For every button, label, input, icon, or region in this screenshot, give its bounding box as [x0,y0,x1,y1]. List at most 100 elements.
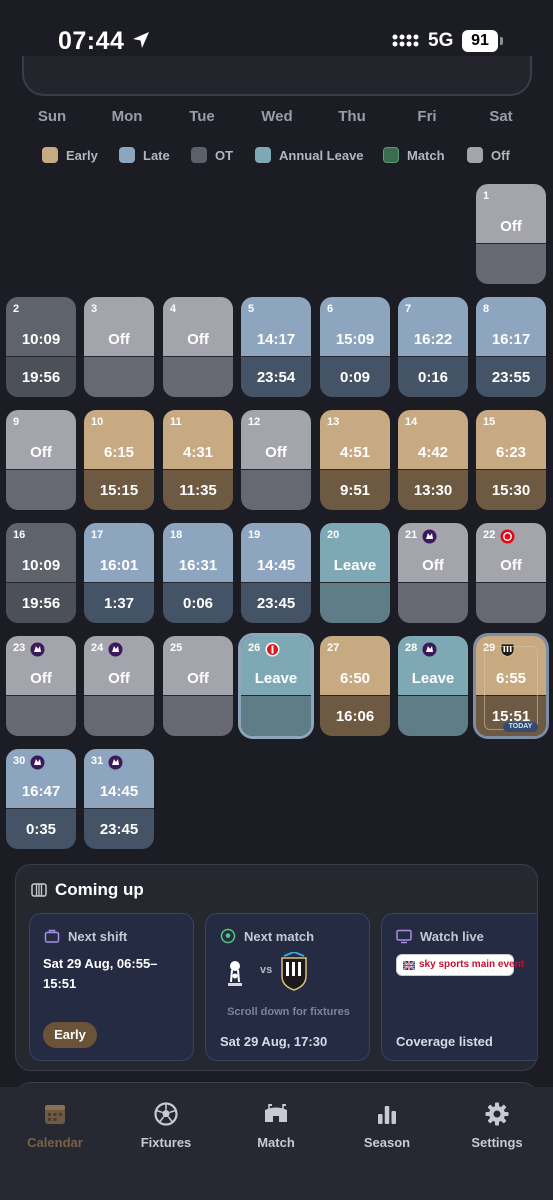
shift-start: 16:31 [178,557,218,574]
day-divider [6,695,76,696]
calendar-day-10[interactable]: 10 6:15 15:15 [84,410,154,510]
shift-start: 16:47 [21,783,61,800]
calendar-day-31[interactable]: 31 14:45 23:45 [84,749,154,849]
calendar-day-7[interactable]: 7 16:22 0:16 [398,297,468,397]
day-number: 17 [91,529,104,541]
day-bottom-half [163,696,233,736]
day-divider [84,808,154,809]
shift-start: Off [187,670,209,687]
calendar-day-22[interactable]: 22 Off [476,523,546,623]
day-divider [6,808,76,809]
calendar-day-25[interactable]: 25 Off [163,636,233,736]
tv-icon [396,929,412,944]
coming-up-header: Coming up [31,879,144,901]
calendar-day-24[interactable]: 24 Off [84,636,154,736]
day-number: 14 [405,416,418,428]
day-divider [476,469,546,470]
premier-league-icon [108,642,123,657]
calendar-day-6[interactable]: 6 15:09 0:09 [320,297,390,397]
next-shift-card[interactable]: Next shift Sat 29 Aug, 06:55–15:51 Early [29,913,194,1061]
calendar-day-23[interactable]: 23 Off [6,636,76,736]
shift-start: 4:42 [417,444,449,461]
day-bottom-half [398,696,468,736]
day-divider [241,582,311,583]
calendar-day-29[interactable]: 29 6:55 15:51 TODAY [476,636,546,736]
calendar-day-20[interactable]: 20 Leave [320,523,390,623]
month-calendar: 1 Off 2 10:09 19:56 3 Off 4 Off 5 14:17 23:54 6 15:09… [0,0,553,860]
shift-start: Leave [411,670,455,687]
calendar-day-12[interactable]: 12 Off [241,410,311,510]
premier-league-icon [422,642,437,657]
shift-end: 0:35 [25,821,57,838]
watch-live-card[interactable]: Watch live sky sports main event Coverag… [381,913,537,1061]
day-number: 4 [170,303,177,315]
day-number: 31 [91,755,104,767]
shift-end: 23:45 [256,595,296,612]
calendar-day-3[interactable]: 3 Off [84,297,154,397]
shift-end: 19:56 [21,369,61,386]
next-shift-header: Next shift [44,928,127,944]
shift-end: 23:45 [99,821,139,838]
shift-end: 15:30 [491,482,531,499]
coverage-status: Coverage listed [396,1034,493,1049]
calendar-day-2[interactable]: 2 10:09 19:56 [6,297,76,397]
calendar-day-5[interactable]: 5 14:17 23:54 [241,297,311,397]
day-divider [6,356,76,357]
day-divider [241,695,311,696]
day-number: 10 [91,416,104,428]
watch-live-title: Watch live [420,928,484,944]
tab-season[interactable]: Season [337,1101,437,1161]
day-bottom-half [84,357,154,397]
tab-settings[interactable]: Settings [447,1101,547,1161]
calendar-day-19[interactable]: 19 14:45 23:45 [241,523,311,623]
tab-label: Settings [471,1135,523,1150]
broadcaster-badge[interactable]: sky sports main event [396,954,524,976]
calendar-day-15[interactable]: 15 6:23 15:30 [476,410,546,510]
premier-league-icon [30,642,45,657]
day-number: 15 [483,416,496,428]
next-match-card[interactable]: Next match vs Scroll down for fixtures S… [205,913,370,1061]
calendar-day-14[interactable]: 14 4:42 13:30 [398,410,468,510]
shift-start: Off [500,218,522,235]
calendar-day-30[interactable]: 30 16:47 0:35 [6,749,76,849]
versus-label: vs [260,964,273,976]
day-divider [476,582,546,583]
day-number: 7 [405,303,412,315]
day-number: 28 [405,642,418,654]
next-match-date: Sat 29 Aug, 17:30 [220,1034,328,1049]
day-number: 9 [13,416,20,428]
day-number: 6 [327,303,334,315]
shift-end: 13:30 [413,482,453,499]
day-number: 16 [13,529,26,541]
calendar-day-13[interactable]: 13 4:51 9:51 [320,410,390,510]
shift-end: 23:54 [256,369,296,386]
calendar-day-21[interactable]: 21 Off [398,523,468,623]
calendar-day-26[interactable]: 26 Leave [241,636,311,736]
calendar-day-16[interactable]: 16 10:09 19:56 [6,523,76,623]
calendar-day-27[interactable]: 27 6:50 16:06 [320,636,390,736]
day-number: 3 [91,303,98,315]
calendar-day-1[interactable]: 1 Off [476,184,546,284]
calendar-day-28[interactable]: 28 Leave [398,636,468,736]
calendar-day-17[interactable]: 17 16:01 1:37 [84,523,154,623]
brentford-crest-icon [500,529,515,544]
tab-label: Match [257,1135,295,1150]
premier-league-icon [108,755,123,770]
shift-start: 10:09 [21,557,61,574]
day-number: 27 [327,642,340,654]
calendar-day-9[interactable]: 9 Off [6,410,76,510]
calendar-day-18[interactable]: 18 16:31 0:06 [163,523,233,623]
tab-calendar[interactable]: Calendar [5,1101,105,1161]
calendar-day-8[interactable]: 8 16:17 23:55 [476,297,546,397]
shift-start: 4:51 [339,444,371,461]
tab-match[interactable]: Match [226,1101,326,1161]
tab-fixtures[interactable]: Fixtures [116,1101,216,1161]
day-bottom-half [84,696,154,736]
shift-end: 0:09 [339,369,371,386]
scroll-hint: Scroll down for fixtures [227,1006,350,1018]
shift-start: Leave [254,670,298,687]
calendar-day-11[interactable]: 11 4:31 11:35 [163,410,233,510]
day-bottom-half [476,244,546,284]
calendar-day-4[interactable]: 4 Off [163,297,233,397]
today-highlight [484,646,538,730]
